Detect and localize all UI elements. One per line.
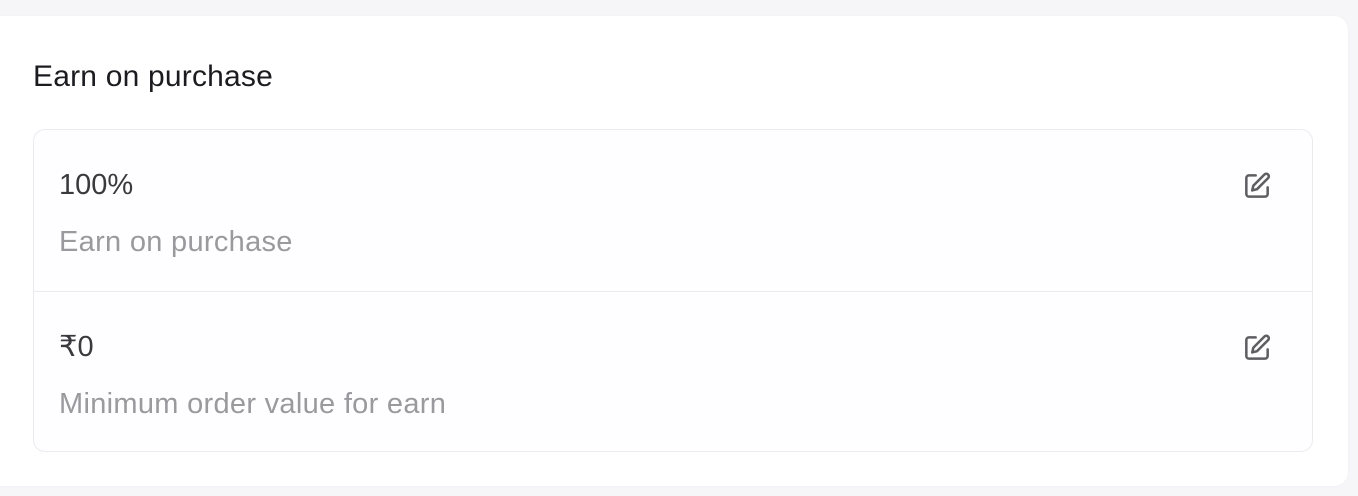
edit-minimum-order-button[interactable] xyxy=(1240,332,1274,366)
minimum-order-value: ₹0 xyxy=(59,331,94,363)
earn-percentage-label: Earn on purchase xyxy=(59,226,293,258)
earn-on-purchase-card: Earn on purchase 100% Earn on purchase ₹… xyxy=(0,16,1348,486)
setting-row-minimum-order: ₹0 Minimum order value for earn xyxy=(34,291,1312,452)
settings-list: 100% Earn on purchase ₹0 Minimum order v… xyxy=(33,129,1313,452)
minimum-order-label: Minimum order value for earn xyxy=(59,388,447,420)
setting-row-earn-percentage: 100% Earn on purchase xyxy=(34,130,1312,291)
edit-icon xyxy=(1241,332,1273,367)
edit-earn-percentage-button[interactable] xyxy=(1240,170,1274,204)
edit-icon xyxy=(1241,170,1273,205)
earn-percentage-value: 100% xyxy=(59,169,134,201)
section-title: Earn on purchase xyxy=(33,60,274,93)
